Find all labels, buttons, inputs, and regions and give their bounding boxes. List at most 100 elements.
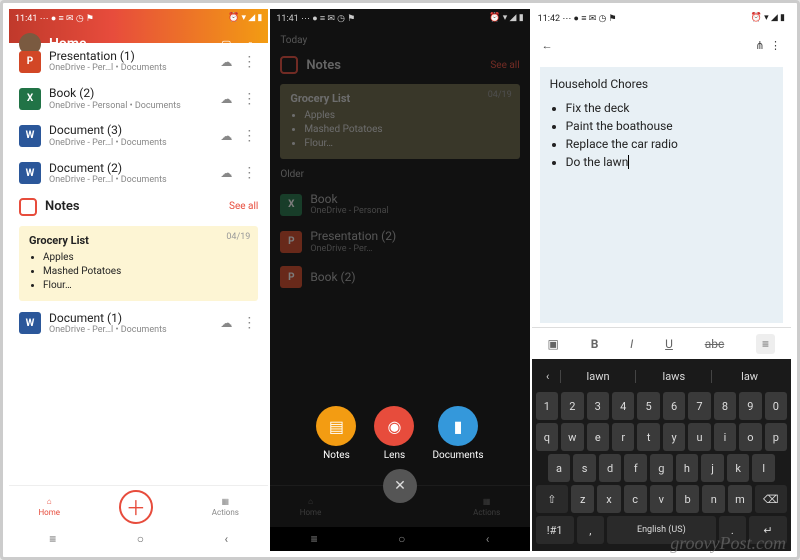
kb-back-icon[interactable]: ‹ [536,370,560,383]
share-icon[interactable]: ⋔ [755,39,764,52]
cloud-icon[interactable]: ☁ [220,316,232,330]
more-icon[interactable]: ⋮ [240,91,258,107]
key[interactable]: 7 [688,392,710,420]
note-body[interactable]: Household Chores Fix the deck Paint the … [540,67,783,323]
nav-actions[interactable]: ▦Actions [212,497,239,517]
more-icon[interactable]: ⋮ [770,39,781,52]
key[interactable]: p [765,423,787,451]
excel-icon: X [19,88,41,110]
status-bar: 11:42 ⋯ ● ≡ ✉ ◷ ⚑ ⏰ ▾ ◢ ▮ [532,9,791,27]
list-item[interactable]: WDocument (1)OneDrive - Per…l • Document… [9,305,268,342]
key[interactable]: v [650,485,673,513]
key[interactable]: k [727,454,750,482]
fab-notes[interactable]: ▤Notes [316,406,356,461]
cloud-icon[interactable]: ☁ [220,166,232,180]
fab-menu: ▤Notes ◉Lens ▮Documents [270,406,529,461]
list-button[interactable]: ≡ [756,334,775,354]
nav-home[interactable]: ⌂Home [38,497,60,517]
suggestion[interactable]: lawn [560,370,636,383]
key[interactable]: a [548,454,571,482]
fab-close[interactable]: ✕ [383,469,417,503]
key[interactable]: 8 [714,392,736,420]
suggestion[interactable]: law [711,370,787,383]
key[interactable]: b [676,485,699,513]
cloud-icon[interactable]: ☁ [220,129,232,143]
more-icon[interactable]: ⋮ [240,165,258,181]
key[interactable]: o [739,423,761,451]
recents-button[interactable]: ≡ [311,532,318,546]
key[interactable]: 0 [765,392,787,420]
notes-section-header: NotesSee all [9,192,268,222]
key[interactable]: j [701,454,724,482]
key[interactable]: 2 [561,392,583,420]
key[interactable]: e [587,423,609,451]
note-card: 04/19 Grocery List ApplesMashed Potatoes… [280,84,519,159]
key[interactable]: 6 [663,392,685,420]
key[interactable]: q [536,423,558,451]
key[interactable]: d [599,454,622,482]
list-item[interactable]: WDocument (3)OneDrive - Per…l • Document… [9,117,268,154]
comma-key[interactable]: , [577,516,604,544]
key[interactable]: u [688,423,710,451]
key[interactable]: i [714,423,736,451]
key[interactable]: n [702,485,725,513]
key[interactable]: 3 [587,392,609,420]
key[interactable]: m [728,485,751,513]
fab-lens[interactable]: ◉Lens [374,406,414,461]
suggestion[interactable]: laws [635,370,711,383]
key[interactable]: z [571,485,594,513]
nav-actions[interactable]: ▦Actions [473,497,500,517]
key[interactable]: 4 [612,392,634,420]
nav-home[interactable]: ⌂Home [300,497,322,517]
note-card[interactable]: 04/19 Grocery List ApplesMashed Potatoes… [19,226,258,301]
document-icon: ▮ [438,406,478,446]
recents-button[interactable]: ≡ [49,532,56,546]
list-item[interactable]: PPresentation (1)OneDrive - Per…l • Docu… [9,43,268,80]
cloud-icon[interactable]: ☁ [220,92,232,106]
italic-button[interactable]: I [630,337,633,351]
key[interactable]: c [624,485,647,513]
back-icon[interactable]: ← [542,39,553,52]
more-icon[interactable]: ⋮ [240,128,258,144]
list-item[interactable]: XBook (2)OneDrive - Personal • Documents… [9,80,268,117]
more-icon[interactable]: ⋮ [240,315,258,331]
list-item[interactable]: WDocument (2)OneDrive - Per…l • Document… [9,155,268,192]
cloud-icon[interactable]: ☁ [220,55,232,69]
fab-documents[interactable]: ▮Documents [432,406,483,461]
key[interactable]: 5 [637,392,659,420]
app-header: 11:41 ⋯ ● ≡ ✉ ◷ ⚑ ⏰ ▾ ◢ ▮ Home ▾ ▢ ⌕ [9,9,268,43]
fab-add[interactable]: ＋ [119,490,153,524]
key[interactable]: 1 [536,392,558,420]
key[interactable]: s [573,454,596,482]
backspace-key[interactable]: ⌫ [755,485,787,513]
key[interactable]: l [752,454,775,482]
see-all-link[interactable]: See all [229,201,258,212]
key[interactable]: h [676,454,699,482]
underline-button[interactable]: U [665,337,673,351]
more-icon[interactable]: ⋮ [240,54,258,70]
bold-button[interactable]: B [591,337,599,351]
key[interactable]: g [650,454,673,482]
enter-key[interactable]: ↵ [749,516,787,544]
home-button[interactable]: ○ [137,532,144,546]
space-key[interactable]: English (US) [607,516,716,544]
shift-key[interactable]: ⇧ [536,485,568,513]
bottom-nav: ⌂Home ＋ ▦Actions [9,485,268,527]
key[interactable]: x [597,485,620,513]
camera-icon[interactable]: ▣ [548,337,559,351]
key[interactable]: 9 [739,392,761,420]
word-icon: W [19,125,41,147]
home-button[interactable]: ○ [398,532,405,546]
note-title[interactable]: Household Chores [550,77,773,91]
keyboard: ‹ lawn laws law 1234567890 qwertyuiop as… [532,359,791,551]
key[interactable]: w [561,423,583,451]
key[interactable]: r [612,423,634,451]
key[interactable]: f [624,454,647,482]
symbols-key[interactable]: !#1 [536,516,574,544]
period-key[interactable]: . [719,516,746,544]
strike-button[interactable]: abc [705,337,725,351]
back-button[interactable]: ‹ [224,532,228,546]
back-button[interactable]: ‹ [486,532,490,546]
key[interactable]: t [637,423,659,451]
key[interactable]: y [663,423,685,451]
